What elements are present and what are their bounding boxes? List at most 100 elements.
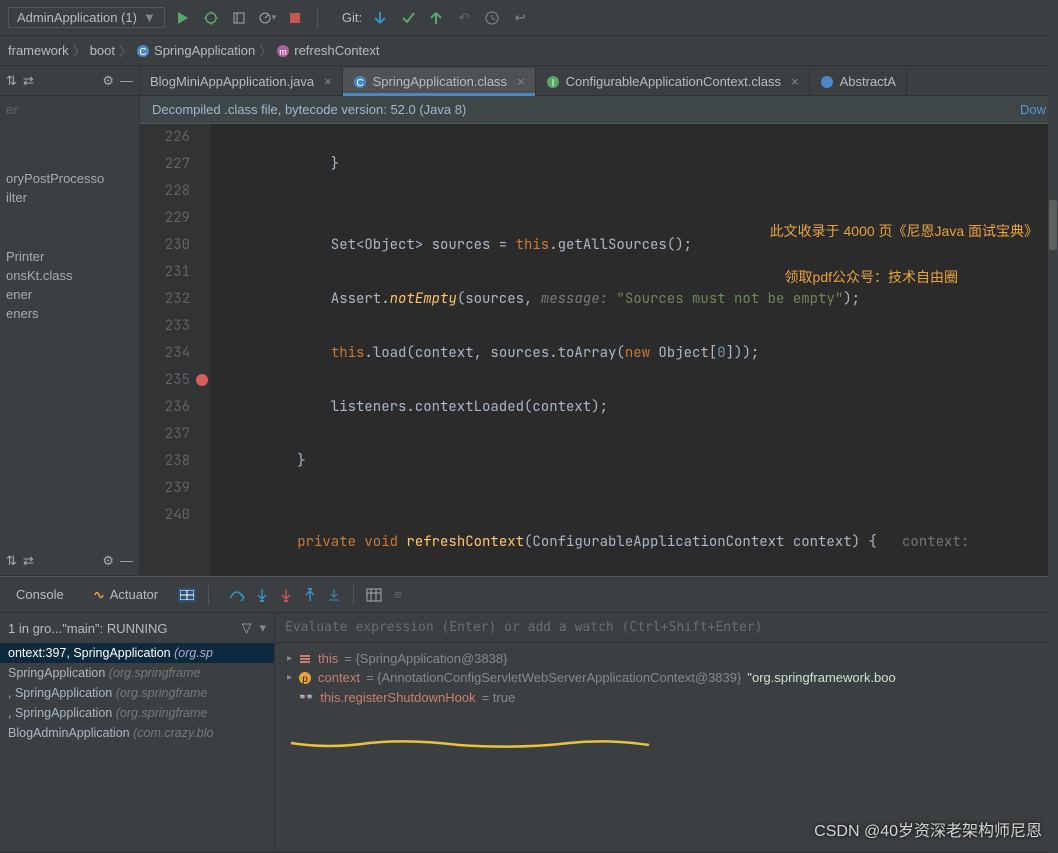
evaluate-icon[interactable] [366,588,382,602]
code-line: } [210,448,1058,475]
tab-file[interactable]: CSpringApplication.class× [343,68,536,95]
debug-icon[interactable] [201,8,221,28]
editor: BlogMiniAppApplication.java× CSpringAppl… [140,66,1058,576]
tree-item[interactable]: ener [0,285,139,304]
tab-file[interactable]: BlogMiniAppApplication.java× [140,68,343,95]
debug-panel: Console Actuator ≡ 1 in gro..."main": RU… [0,576,1058,852]
decompile-banner: Decompiled .class file, bytecode version… [140,96,1058,124]
svg-text:C: C [356,78,363,89]
banner-text: Decompiled .class file, bytecode version… [152,102,466,117]
code-line: this.load(context, sources.toArray(new O… [210,340,1058,367]
code-line: } [210,151,1058,178]
git-label: Git: [342,10,362,25]
git-revert-icon[interactable]: ↩ [510,8,530,28]
breadcrumb-item[interactable]: CSpringApplication [136,43,255,58]
sort-icon[interactable]: ⇅ [6,553,17,569]
highlight-underline [289,735,659,753]
tree-item[interactable]: er [0,100,139,119]
chevron-down-icon: ▼ [143,10,156,25]
debug-toolbar: Console Actuator ≡ [0,577,1058,613]
git-commit-icon[interactable] [398,8,418,28]
gear-icon[interactable]: ⚙ [102,553,114,569]
structure-toolbar-2: ⇅ ⇄ ⚙ — [0,546,139,576]
step-over-icon[interactable] [229,588,245,602]
evaluate-input[interactable]: Evaluate expression (Enter) or add a wat… [275,613,1058,643]
thread-selector[interactable]: 1 in gro..."main": RUNNING ▽ ▾ [0,613,274,643]
run-config-combo[interactable]: AdminApplication (1) ▼ [8,7,165,28]
variable-row[interactable]: ▸ p context = {AnnotationConfigServletWe… [283,668,1050,687]
actuator-tab[interactable]: Actuator [84,583,166,606]
chevron-right-icon: 〉 [119,41,132,60]
profile-icon[interactable]: ▾ [257,8,277,28]
run-icon[interactable] [173,8,193,28]
stop-icon[interactable] [285,8,305,28]
close-icon[interactable]: × [791,74,799,89]
close-icon[interactable]: × [517,74,525,89]
variable-row[interactable]: ▸ this = {SpringApplication@3838} [283,649,1050,668]
code-area[interactable]: } Set<Object> sources = this.getAllSourc… [210,124,1058,576]
watermark: CSDN @40岁资深老架构师尼恩 [814,817,1042,841]
actuator-icon [92,588,106,602]
breadcrumb-item[interactable]: mrefreshContext [276,43,379,58]
variable-row[interactable]: ▸ 👓 this.registerShutdownHook = true [283,687,1050,707]
tree-item[interactable]: eners [0,304,139,323]
structure-panel: ⇅ ⇄ ⚙ — er oryPostProcesso ilter Printer… [0,66,140,576]
debug-step-icons [229,588,341,602]
step-into-icon[interactable] [255,588,269,602]
frame-item[interactable]: ontext:397, SpringApplication (org.sp [0,643,274,663]
minimize-icon[interactable]: — [120,73,133,88]
breadcrumb: framework 〉 boot 〉 CSpringApplication 〉 … [0,36,1058,66]
code-line: private void refreshContext(Configurable… [210,529,1058,556]
git-push-icon[interactable] [426,8,446,28]
close-icon[interactable]: × [324,74,332,89]
git-history-icon[interactable] [482,8,502,28]
run-config-label: AdminApplication (1) [17,10,137,25]
run-to-cursor-icon[interactable] [327,588,341,602]
svg-text:C: C [139,47,146,58]
tree-item[interactable]: Printer [0,247,139,266]
frame-item[interactable]: SpringApplication (org.springframe [0,663,274,683]
chevron-right-icon: 〉 [259,41,272,60]
filter-icon[interactable]: ⇄ [23,553,34,569]
frame-item[interactable]: , SpringApplication (org.springframe [0,703,274,723]
console-tab[interactable]: Console [8,583,72,606]
git-pull-icon[interactable] [370,8,390,28]
git-rollback-icon[interactable]: ↶ [454,8,474,28]
code-line: listeners.contextLoaded(context); [210,394,1058,421]
frame-item[interactable]: BlogAdminApplication (com.crazy.blo [0,723,274,743]
trace-icon[interactable]: ≡ [394,587,402,602]
svg-text:p: p [302,674,308,685]
tab-file[interactable]: AbstractA [810,68,907,95]
filter-icon[interactable]: ▽ [241,620,251,636]
coverage-icon[interactable] [229,8,249,28]
svg-text:m: m [279,47,287,57]
structure-toolbar: ⇅ ⇄ ⚙ — [0,66,139,96]
main-area: ⇅ ⇄ ⚙ — er oryPostProcesso ilter Printer… [0,66,1058,576]
breadcrumb-item[interactable]: boot [90,43,115,58]
filter-icon[interactable]: ⇄ [23,73,34,89]
gear-icon[interactable]: ⚙ [102,73,114,89]
tree-item[interactable]: oryPostProcesso [0,169,139,188]
minimize-icon[interactable]: — [120,553,133,568]
sort-icon[interactable]: ⇅ [6,73,17,89]
tree-item[interactable]: ilter [0,188,139,207]
layout-icon[interactable] [178,588,196,602]
frame-item[interactable]: , SpringApplication (org.springframe [0,683,274,703]
chevron-down-icon[interactable]: ▾ [259,620,266,636]
tree-item[interactable]: onsKt.class [0,266,139,285]
tab-file[interactable]: IConfigurableApplicationContext.class× [536,68,810,95]
line-gutter[interactable]: 2262272282292302312322332342352362372382… [140,124,210,576]
frames-list[interactable]: ontext:397, SpringApplication (org.spSpr… [0,643,274,852]
overlay-note: 领取pdf公众号：技术自由圈 [785,264,958,291]
download-sources-link[interactable]: Dow [1020,102,1046,117]
editor-body[interactable]: 2262272282292302312322332342352362372382… [140,124,1058,576]
chevron-right-icon: 〉 [73,41,86,60]
breakpoint-icon[interactable] [196,374,208,386]
step-out-icon[interactable] [303,588,317,602]
separator [317,8,318,28]
svg-text:I: I [551,78,554,89]
breadcrumb-item[interactable]: framework [8,43,69,58]
overlay-note: 此文收录于 4000 页《尼恩Java 面试宝典》 [770,218,1038,245]
force-step-into-icon[interactable] [279,588,293,602]
structure-tree[interactable]: er oryPostProcesso ilter Printer onsKt.c… [0,96,139,546]
